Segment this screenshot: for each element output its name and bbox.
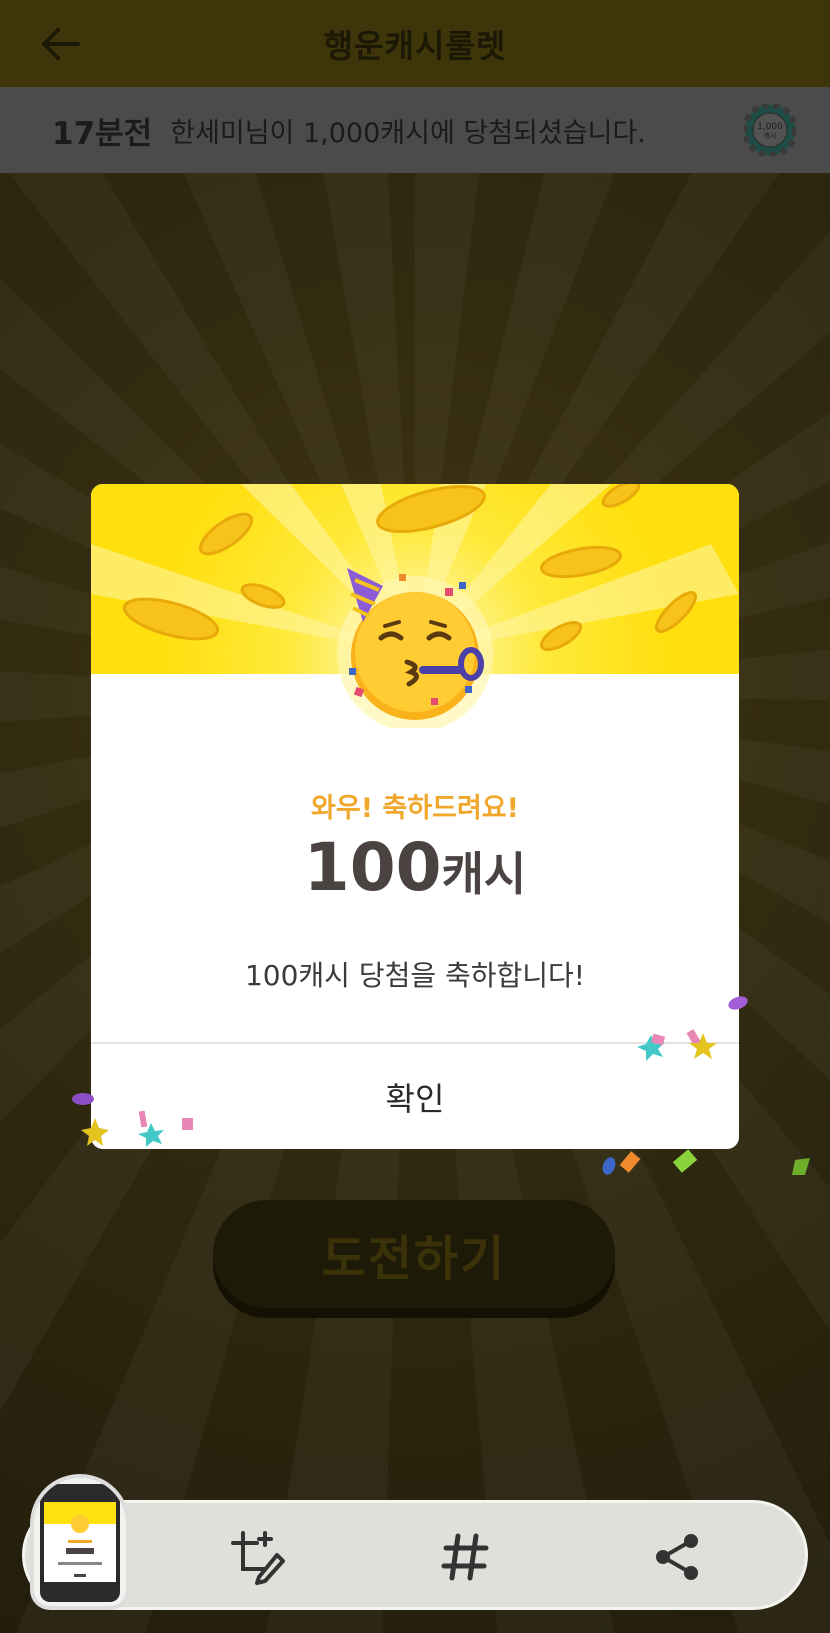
ticker-message: 한세미님이 1,000캐시에 당첨되셨습니다. bbox=[170, 117, 646, 149]
hashtag-icon bbox=[441, 1533, 489, 1581]
confirm-button[interactable]: 확인 bbox=[91, 1044, 739, 1149]
challenge-button-label: 도전하기 bbox=[321, 1231, 507, 1287]
share-button[interactable] bbox=[645, 1525, 709, 1589]
chip-label-top: 1,000 bbox=[757, 122, 783, 132]
hashtag-button[interactable] bbox=[433, 1525, 497, 1589]
ticker-time: 17분전 bbox=[52, 115, 153, 152]
back-button[interactable] bbox=[36, 20, 84, 68]
app-header: 행운캐시룰렛 bbox=[0, 0, 830, 87]
page-title: 행운캐시룰렛 bbox=[323, 26, 507, 65]
share-icon bbox=[656, 1534, 698, 1580]
party-face-emoji-icon bbox=[337, 568, 493, 728]
prize-amount-number: 100 bbox=[303, 829, 442, 906]
win-dialog: 와우! 축하드려요! 100캐시 100캐시 당첨을 축하합니다! 확인 bbox=[91, 484, 739, 1149]
dialog-subtitle: 와우! 축하드려요! bbox=[311, 793, 519, 824]
arrow-left-icon bbox=[42, 28, 80, 60]
screenshot-toolbar bbox=[22, 1500, 808, 1610]
challenge-button[interactable]: 도전하기 bbox=[213, 1200, 615, 1308]
chip-label-bottom: 캐시 bbox=[764, 132, 777, 140]
crop-edit-button[interactable] bbox=[225, 1525, 289, 1589]
dialog-message: 100캐시 당첨을 축하합니다! bbox=[244, 959, 586, 992]
screenshot-thumbnail[interactable] bbox=[34, 1478, 126, 1606]
prize-amount-unit: 캐시 bbox=[441, 847, 527, 901]
winner-ticker: 17분전 한세미님이 1,000캐시에 당첨되셨습니다. 1,000 캐시 bbox=[0, 87, 830, 173]
crop-edit-icon bbox=[231, 1531, 285, 1585]
cash-chip-icon: 1,000 캐시 bbox=[744, 104, 796, 156]
screenshot-preview-image bbox=[40, 1484, 120, 1602]
prize-amount: 100캐시 bbox=[91, 829, 739, 906]
